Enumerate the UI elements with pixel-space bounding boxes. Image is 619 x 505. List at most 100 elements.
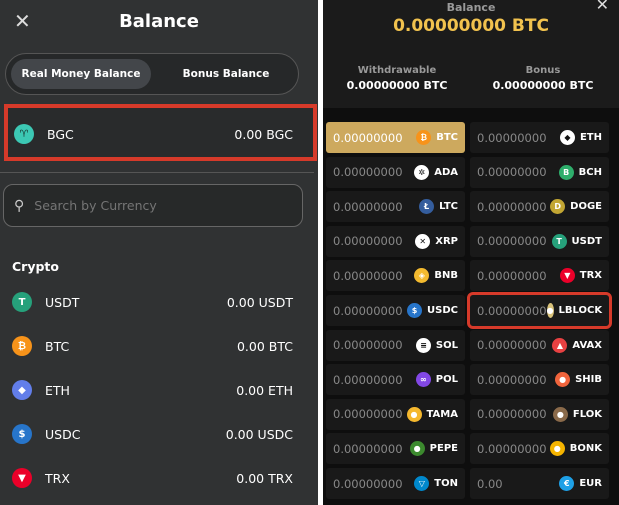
currency-cell-doge[interactable]: 0.00000000 D DOGE [470, 191, 609, 223]
search-icon: ⚲ [14, 197, 25, 214]
currency-cell-eur[interactable]: 0.00 € EUR [470, 468, 609, 499]
currency-symbol: BGC [47, 126, 74, 142]
currency-cell-xrp[interactable]: 0.00000000 ✕ XRP [326, 225, 465, 257]
cell-symbol: EUR [579, 478, 602, 489]
eth-icon: ◆ [559, 130, 575, 145]
usdt-icon: T [551, 233, 567, 249]
ltc-icon: Ł [419, 199, 435, 215]
bnb-icon: ◈ [414, 268, 430, 284]
cell-symbol: BONK [569, 443, 602, 455]
currency-row-trx[interactable]: ▼ TRX 0.00 TRX [12, 468, 293, 488]
cell-symbol: FLOK [572, 408, 602, 420]
currency-cell-btc[interactable]: 0.00000000 ₿ BTC [326, 122, 465, 153]
cell-symbol: ETH [579, 132, 602, 143]
cell-amount: 0.00000000 [333, 476, 403, 491]
cell-amount: 0.00000000 [477, 234, 547, 249]
cell-symbol: SHIB [575, 374, 602, 386]
cell-amount: 0.00000000 [333, 338, 403, 353]
withdrawable-label: Withdrawable [357, 65, 437, 76]
currency-cell-tama[interactable]: 0.00000000 ● TAMA [326, 398, 465, 430]
currency-cell-shib[interactable]: 0.00000000 ● SHIB [470, 364, 609, 396]
cell-amount: 0.00000000 [333, 372, 403, 387]
search-box[interactable]: ⚲ [3, 184, 303, 227]
currency-cell-bnb[interactable]: 0.00000000 ◈ BNB [326, 260, 465, 292]
currency-symbol: TRX [45, 470, 70, 486]
cell-amount: 0.00000000 [477, 199, 547, 214]
cell-amount: 0.00000000 [477, 407, 547, 422]
cell-symbol: AVAX [572, 339, 602, 351]
cell-symbol: BCH [578, 166, 602, 178]
eur-icon: € [559, 476, 575, 491]
tab-bonus-balance[interactable]: Bonus Balance [156, 59, 296, 89]
cell-amount: 0.00000000 [333, 234, 403, 249]
cell-amount: 0.00000000 [333, 268, 403, 283]
cell-amount: 0.00000000 [333, 303, 403, 318]
currency-amount: 0.00 BGC [234, 126, 293, 142]
tama-icon: ● [406, 406, 422, 422]
currency-cell-ada[interactable]: 0.00000000 ✲ ADA [326, 156, 465, 188]
cell-symbol: USDT [571, 235, 602, 247]
currency-cell-ton[interactable]: 0.00000000 ▽ TON [326, 468, 465, 499]
currency-cell-ltc[interactable]: 0.00000000 Ł LTC [326, 191, 465, 223]
currency-cell-bonk[interactable]: 0.00000000 ● BONK [470, 433, 609, 465]
close-icon[interactable]: ✕ [596, 0, 609, 14]
cell-amount: 0.00000000 [477, 441, 547, 456]
withdrawable-value: 0.00000000 BTC [346, 79, 448, 92]
tab-real-money-balance[interactable]: Real Money Balance [11, 59, 151, 89]
currency-amount: 0.00 TRX [236, 470, 293, 486]
ton-icon: ▽ [414, 476, 430, 491]
total-balance: 0.00000000 BTC [393, 16, 549, 36]
bch-icon: B [558, 164, 574, 180]
divider [0, 172, 314, 173]
bonus-label: Bonus [525, 65, 561, 76]
cell-symbol: LBLOCK [558, 305, 603, 316]
cell-amount: 0.00000000 [477, 303, 547, 318]
cell-symbol: SOL [435, 339, 458, 351]
sol-icon: ≡ [415, 337, 431, 353]
currency-symbol: ETH [45, 382, 70, 398]
featured-currency-bgc[interactable]: ♈ BGC 0.00 BGC [4, 104, 317, 161]
cell-amount: 0.00000000 [477, 130, 547, 145]
doge-icon: D [550, 199, 566, 215]
cell-amount: 0.00000000 [333, 407, 403, 422]
balance-type-toggle: Real Money Balance Bonus Balance [5, 53, 299, 95]
currency-cell-lblock[interactable]: 0.00000000 ● LBLOCK [467, 292, 612, 329]
currency-cell-pol[interactable]: 0.00000000 ∞ POL [326, 364, 465, 396]
currency-cell-usdc[interactable]: 0.00000000 $ USDC [326, 295, 465, 326]
cell-symbol: BNB [434, 270, 458, 282]
search-input[interactable] [34, 198, 275, 213]
currency-amount: 0.00 USDT [226, 294, 293, 310]
currency-amount: 0.00 USDC [225, 426, 293, 442]
cell-symbol: TAMA [426, 408, 458, 420]
cell-amount: 0.00000000 [333, 441, 403, 456]
currency-cell-pepe[interactable]: 0.00000000 ● PEPE [326, 433, 465, 465]
currency-row-usdt[interactable]: T USDT 0.00 USDT [12, 292, 293, 312]
currency-cell-sol[interactable]: 0.00000000 ≡ SOL [326, 329, 465, 361]
currency-amount: 0.00 ETH [236, 382, 293, 398]
section-heading-crypto: Crypto [12, 259, 59, 274]
currency-symbol: BTC [45, 338, 70, 354]
trx-icon: ▼ [559, 268, 575, 284]
currency-cell-avax[interactable]: 0.00000000 ▲ AVAX [470, 329, 609, 361]
currency-cell-bch[interactable]: 0.00000000 B BCH [470, 156, 609, 188]
usdc-icon: $ [12, 424, 32, 444]
cell-amount: 0.00 [477, 476, 503, 491]
usdc-icon: $ [407, 303, 423, 318]
cell-amount: 0.00000000 [333, 199, 403, 214]
currency-cell-usdt[interactable]: 0.00000000 T USDT [470, 225, 609, 257]
currency-cell-eth[interactable]: 0.00000000 ◆ ETH [470, 122, 609, 153]
cell-amount: 0.00000000 [333, 130, 403, 145]
btc-icon: ₿ [416, 130, 432, 145]
currency-row-btc[interactable]: ₿ BTC 0.00 BTC [12, 336, 293, 356]
flok-icon: ● [552, 406, 568, 422]
currency-cell-trx[interactable]: 0.00000000 ▼ TRX [470, 260, 609, 292]
currency-row-usdc[interactable]: $ USDC 0.00 USDC [12, 424, 293, 444]
currency-cell-flok[interactable]: 0.00000000 ● FLOK [470, 398, 609, 430]
cell-symbol: ADA [434, 166, 458, 178]
usdt-icon: T [12, 292, 32, 312]
cell-amount: 0.00000000 [333, 165, 403, 180]
currency-symbol: USDT [45, 294, 80, 310]
currency-amount: 0.00 BTC [236, 338, 293, 354]
bgc-icon: ♈ [14, 124, 34, 144]
currency-row-eth[interactable]: ◆ ETH 0.00 ETH [12, 380, 293, 400]
